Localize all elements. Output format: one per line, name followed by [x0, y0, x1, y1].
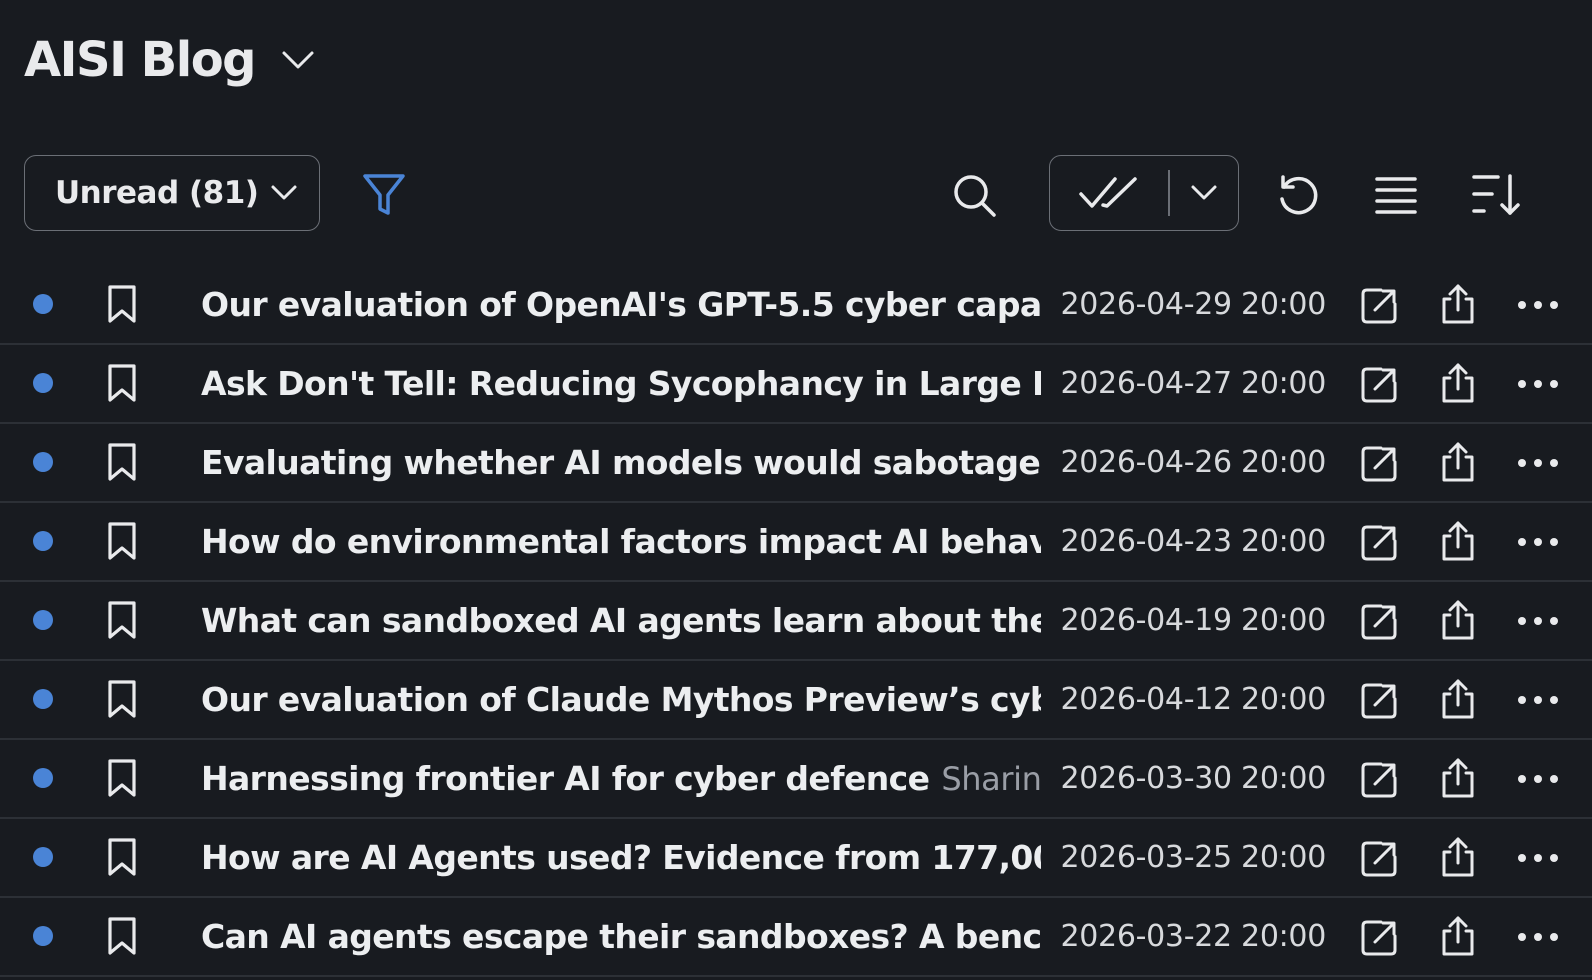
- article-row[interactable]: Ask Don't Tell: Reducing Sycophancy in L…: [0, 345, 1592, 424]
- unread-dot-icon: [33, 768, 53, 788]
- share-icon[interactable]: [1436, 360, 1480, 406]
- open-external-icon[interactable]: [1358, 917, 1400, 959]
- open-external-icon[interactable]: [1358, 443, 1400, 485]
- share-icon[interactable]: [1436, 439, 1480, 485]
- double-check-icon[interactable]: [1050, 156, 1168, 230]
- article-row[interactable]: Harnessing frontier AI for cyber defence…: [0, 740, 1592, 819]
- article-title-container: Our evaluation of Claude Mythos Preview’…: [201, 661, 1041, 738]
- article-title: Our evaluation of Claude Mythos Preview’…: [201, 680, 1041, 719]
- article-row[interactable]: How do environmental factors impact AI b…: [0, 503, 1592, 582]
- article-title-container: Evaluating whether AI models would sabot…: [201, 424, 1041, 501]
- bookmark-icon[interactable]: [104, 836, 140, 878]
- unread-dot-icon: [33, 531, 53, 551]
- share-icon[interactable]: [1436, 676, 1480, 722]
- more-options-icon[interactable]: [1512, 288, 1564, 322]
- open-external-icon[interactable]: [1358, 285, 1400, 327]
- article-date: 2026-04-29 20:00: [1042, 266, 1326, 343]
- article-title: How do environmental factors impact AI b…: [201, 522, 1041, 561]
- article-title-container: Our evaluation of OpenAI's GPT-5.5 cyber…: [201, 266, 1041, 343]
- list-view-icon[interactable]: [1368, 167, 1424, 223]
- bookmark-icon[interactable]: [104, 283, 140, 325]
- open-external-icon[interactable]: [1358, 522, 1400, 564]
- article-title-container: How do environmental factors impact AI b…: [201, 503, 1041, 580]
- share-icon[interactable]: [1436, 755, 1480, 801]
- article-row[interactable]: Can AI agents escape their sandboxes? A …: [0, 898, 1592, 977]
- open-external-icon[interactable]: [1358, 838, 1400, 880]
- bookmark-icon[interactable]: [104, 678, 140, 720]
- reader-app: AISI Blog Unread (81) Our evaluation of …: [0, 0, 1592, 980]
- article-date: 2026-03-22 20:00: [1042, 898, 1326, 975]
- bookmark-icon[interactable]: [104, 757, 140, 799]
- more-options-icon[interactable]: [1512, 683, 1564, 717]
- bookmark-icon[interactable]: [104, 915, 140, 957]
- article-title: How are AI Agents used? Evidence from 17…: [201, 838, 1041, 877]
- article-row[interactable]: How are AI Agents used? Evidence from 17…: [0, 819, 1592, 898]
- article-date: 2026-04-12 20:00: [1042, 661, 1326, 738]
- more-options-icon[interactable]: [1512, 604, 1564, 638]
- mark-read-options-chevron-down-icon[interactable]: [1170, 156, 1239, 230]
- unread-dot-icon: [33, 847, 53, 867]
- article-title-container: Can AI agents escape their sandboxes? A …: [201, 898, 1041, 975]
- unread-dot-icon: [33, 926, 53, 946]
- more-options-icon[interactable]: [1512, 920, 1564, 954]
- article-title-container: How are AI Agents used? Evidence from 17…: [201, 819, 1041, 896]
- more-options-icon[interactable]: [1512, 525, 1564, 559]
- toolbar: Unread (81): [0, 155, 1592, 233]
- article-title: Our evaluation of OpenAI's GPT-5.5 cyber…: [201, 285, 1041, 324]
- unread-dot-icon: [33, 373, 53, 393]
- article-row[interactable]: Our evaluation of Claude Mythos Preview’…: [0, 661, 1592, 740]
- article-title: Ask Don't Tell: Reducing Sycophancy in L…: [201, 364, 1041, 403]
- bookmark-icon[interactable]: [104, 441, 140, 483]
- sort-descending-icon[interactable]: [1468, 167, 1524, 223]
- article-date: 2026-03-30 20:00: [1042, 740, 1326, 817]
- unread-filter-label: Unread (81): [55, 175, 259, 211]
- article-title-container: What can sandboxed AI agents learn about…: [201, 582, 1041, 659]
- open-external-icon[interactable]: [1358, 364, 1400, 406]
- unread-dot-icon: [33, 689, 53, 709]
- bookmark-icon[interactable]: [104, 362, 140, 404]
- mark-all-read-group: [1049, 155, 1239, 231]
- share-icon[interactable]: [1436, 834, 1480, 880]
- article-title: Evaluating whether AI models would sabot…: [201, 443, 1041, 482]
- article-title: Can AI agents escape their sandboxes? A …: [201, 917, 1041, 956]
- share-icon[interactable]: [1436, 913, 1480, 959]
- search-icon[interactable]: [946, 167, 1002, 223]
- refresh-icon[interactable]: [1270, 167, 1326, 223]
- article-title-container: Harnessing frontier AI for cyber defence…: [201, 740, 1041, 817]
- article-row[interactable]: What can sandboxed AI agents learn about…: [0, 582, 1592, 661]
- article-date: 2026-04-19 20:00: [1042, 582, 1326, 659]
- open-external-icon[interactable]: [1358, 759, 1400, 801]
- article-date: 2026-04-23 20:00: [1042, 503, 1326, 580]
- article-date: 2026-04-27 20:00: [1042, 345, 1326, 422]
- open-external-icon[interactable]: [1358, 680, 1400, 722]
- funnel-icon[interactable]: [358, 169, 410, 221]
- feed-switch-chevron-down-icon[interactable]: [281, 50, 315, 70]
- article-title-container: Ask Don't Tell: Reducing Sycophancy in L…: [201, 345, 1041, 422]
- article-title: What can sandboxed AI agents learn about…: [201, 601, 1041, 640]
- unread-dot-icon: [33, 294, 53, 314]
- more-options-icon[interactable]: [1512, 762, 1564, 796]
- open-external-icon[interactable]: [1358, 601, 1400, 643]
- article-list: Our evaluation of OpenAI's GPT-5.5 cyber…: [0, 266, 1592, 977]
- feed-header: AISI Blog: [24, 28, 315, 92]
- article-row[interactable]: Our evaluation of OpenAI's GPT-5.5 cyber…: [0, 266, 1592, 345]
- article-date: 2026-03-25 20:00: [1042, 819, 1326, 896]
- share-icon[interactable]: [1436, 281, 1480, 327]
- article-snippet: Sharing ...: [941, 759, 1041, 798]
- unread-filter-select[interactable]: Unread (81): [24, 155, 320, 231]
- more-options-icon[interactable]: [1512, 841, 1564, 875]
- share-icon[interactable]: [1436, 597, 1480, 643]
- more-options-icon[interactable]: [1512, 367, 1564, 401]
- article-date: 2026-04-26 20:00: [1042, 424, 1326, 501]
- chevron-down-icon: [270, 184, 298, 202]
- bookmark-icon[interactable]: [104, 599, 140, 641]
- unread-dot-icon: [33, 610, 53, 630]
- share-icon[interactable]: [1436, 518, 1480, 564]
- article-row[interactable]: Evaluating whether AI models would sabot…: [0, 424, 1592, 503]
- more-options-icon[interactable]: [1512, 446, 1564, 480]
- article-title: Harnessing frontier AI for cyber defence: [201, 759, 930, 798]
- feed-title[interactable]: AISI Blog: [24, 32, 257, 88]
- bookmark-icon[interactable]: [104, 520, 140, 562]
- unread-dot-icon: [33, 452, 53, 472]
